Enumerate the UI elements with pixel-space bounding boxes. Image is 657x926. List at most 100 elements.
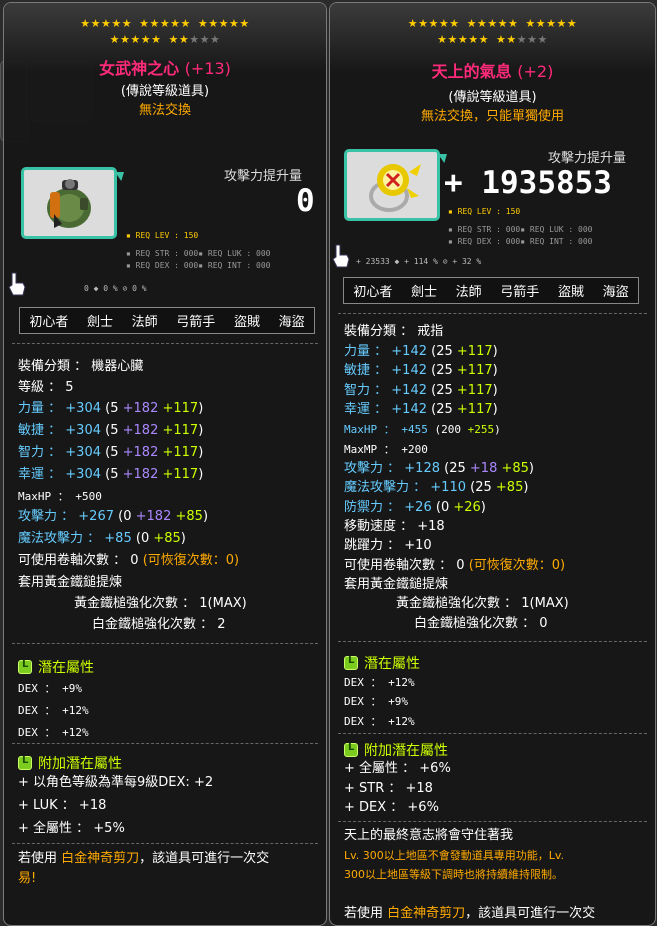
hammer-applied: 套用黃金鐵鎚提煉 (18, 575, 123, 590)
class-beginner: 初心者 (29, 315, 69, 330)
potential-title: 潛在屬性 (18, 657, 94, 677)
scissor-notice: 若使用 白金神奇剪刀，該道具可進行一次交 (18, 851, 270, 866)
item-grade: (傳說等級道具) (448, 90, 537, 105)
class-thief: 盜賊 (233, 315, 260, 330)
class-requirement-bar: 初心者 劍士 法師 弓箭手 盜賊 海盜 (343, 277, 639, 304)
scissor-notice-tail: 易! (18, 871, 37, 886)
class-magician: 法師 (131, 315, 158, 330)
class-warrior: 劍士 (86, 315, 113, 330)
stat-attack: 攻擊力 ： +267 (0 +182 +85) (18, 509, 209, 524)
req-dex-int: ▪ REQ DEX : 000▪ REQ INT : 000 (448, 237, 593, 246)
attack-increase-label: 攻擊力提升量 (224, 169, 303, 184)
comparison-stats: 0 ◆ 0 % ⊘ 0 % (84, 284, 147, 293)
req-level: ▪ REQ LEV : 150 (126, 231, 199, 240)
stat-maxmp: MaxMP ： +200 (344, 443, 428, 456)
potential-line: DEX ： +12% (18, 704, 89, 717)
req-dex-int: ▪ REQ DEX : 000▪ REQ INT : 000 (126, 261, 271, 270)
class-bowman: 弓箭手 (176, 315, 216, 330)
item-icon-frame (21, 167, 124, 239)
divider (12, 643, 318, 645)
stat-str: 力量 ： +304 (5 +182 +117) (18, 401, 204, 416)
class-thief: 盜賊 (557, 285, 584, 300)
attack-increase-value: 0 (296, 183, 315, 219)
hammer-applied: 套用黃金鐵鎚提煉 (344, 577, 449, 592)
stat-str: 力量 ： +142 (25 +117) (344, 344, 498, 359)
additional-potential-line: + 全屬性 ： +6% (344, 761, 451, 776)
divider (12, 843, 318, 845)
ring-icon (369, 164, 421, 212)
item-level: 等級 ： 5 (18, 380, 74, 395)
class-bowman: 弓箭手 (500, 285, 540, 300)
legendary-potential-icon (344, 655, 358, 670)
stat-speed: 移動速度 ： +18 (344, 519, 445, 534)
additional-potential-title: 附加潛在屬性 (18, 753, 122, 773)
divider (338, 313, 647, 315)
stat-luk: 幸運 ： +142 (25 +117) (344, 402, 498, 417)
equip-category: 裝備分類 ： 機器心臟 (18, 359, 144, 374)
star-force-row-1: ★★★★★ ★★★★★ ★★★★★ (407, 17, 578, 30)
stat-magic-attack: 魔法攻擊力 ： +85 (0 +85) (18, 531, 186, 546)
stat-dex: 敏捷 ： +304 (5 +182 +117) (18, 423, 204, 438)
stat-int: 智力 ： +142 (25 +117) (344, 383, 498, 398)
comparison-stats: + 23533 ◆ + 114 % ⊘ + 32 % (356, 257, 482, 266)
trade-restriction: 無法交換 (138, 103, 191, 118)
divider (338, 641, 647, 643)
stat-attack: 攻擊力 ： +128 (25 +18 +85) (344, 461, 534, 476)
hand-cursor-icon (8, 272, 26, 296)
legendary-potential-icon (344, 742, 358, 757)
req-level: ▪ REQ LEV : 150 (448, 207, 521, 216)
additional-potential-line: + 全屬性 ： +5% (18, 821, 125, 836)
potential-title: 潛在屬性 (344, 653, 420, 673)
class-requirement-bar: 初心者 劍士 法師 弓箭手 盜賊 海盜 (19, 307, 315, 334)
class-warrior: 劍士 (410, 285, 437, 300)
class-pirate: 海盜 (278, 315, 305, 330)
class-pirate: 海盜 (602, 285, 629, 300)
additional-potential-line: + STR ： +18 (344, 781, 433, 796)
req-str-luk: ▪ REQ STR : 000▪ REQ LUK : 000 (448, 225, 593, 234)
star-force-row-2: ★★★★★ ★★★★★ (437, 33, 548, 46)
gold-hammer-count: 黃金鐵槌強化次數 ： 1(MAX) (396, 596, 569, 611)
scroll-slots: 可使用卷軸次數 ： 0 (可恢復次數：0) (344, 558, 566, 573)
additional-potential-line: + DEX ： +6% (344, 800, 439, 815)
item-grade: (傳說等級道具) (120, 84, 210, 99)
divider (338, 733, 647, 735)
scroll-slots: 可使用卷軸次數 ： 0 (可恢復次數：0) (18, 553, 240, 568)
item-name: 天上的氣息 (+2) (431, 62, 554, 81)
item-tooltip-left: ★★★★★ ★★★★★ ★★★★★ ★★★★★ ★★★★★ 女武神之心 (+13) (… (3, 2, 327, 926)
legendary-potential-icon (18, 659, 32, 674)
item-description-restriction: Lv. 300以上地區不會發動道具專用功能，Lv. (344, 849, 565, 862)
stat-dex: 敏捷 ： +142 (25 +117) (344, 363, 498, 378)
potential-line: DEX ： +9% (18, 682, 82, 695)
attack-increase-value: + 1935853 (444, 165, 612, 201)
stat-defense: 防禦力 ： +26 (0 +26) (344, 500, 486, 515)
equip-category: 裝備分類 ： 戒指 (344, 324, 444, 339)
potential-line: DEX ： +12% (18, 726, 89, 739)
stat-maxhp: MaxHP ： +455 (200 +255) (344, 423, 501, 436)
stat-jump: 跳躍力 ： +10 (344, 538, 432, 553)
item-icon-frame (344, 149, 447, 221)
additional-potential-title: 附加潛在屬性 (344, 740, 448, 760)
additional-potential-line: + LUK ： +18 (18, 798, 107, 813)
attack-increase-label: 攻擊力提升量 (548, 151, 627, 166)
stat-magic-attack: 魔法攻擊力 ： +110 (25 +85) (344, 480, 529, 495)
divider (12, 343, 318, 345)
stat-luk: 幸運 ： +304 (5 +182 +117) (18, 467, 204, 482)
potential-line: DEX ： +12% (344, 676, 415, 689)
class-beginner: 初心者 (353, 285, 393, 300)
scissor-notice: 若使用 白金神奇剪刀，該道具可進行一次交 (344, 906, 596, 921)
item-name: 女武神之心 (+13) (99, 59, 231, 78)
stat-maxhp: MaxHP ： +500 (18, 490, 102, 503)
star-force-row-1: ★★★★★ ★★★★★ ★★★★★ (80, 17, 250, 30)
divider (12, 743, 318, 745)
req-str-luk: ▪ REQ STR : 000▪ REQ LUK : 000 (126, 249, 271, 258)
star-force-row-2: ★★★★★ ★★★★★ (109, 33, 221, 46)
potential-line: DEX ： +12% (344, 715, 415, 728)
class-magician: 法師 (455, 285, 482, 300)
platinum-hammer-count: 白金鐵槌強化次數 ： 2 (92, 617, 226, 632)
hand-cursor-icon (332, 244, 350, 268)
trade-restriction: 無法交換，只能單獨使用 (420, 109, 564, 124)
item-description: 天上的最終意志將會守住著我 (344, 828, 514, 843)
gold-hammer-count: 黃金鐵槌強化次數 ： 1(MAX) (74, 596, 247, 611)
mechanical-heart-icon (47, 179, 91, 228)
item-tooltip-right: ★★★★★ ★★★★★ ★★★★★ ★★★★★ ★★★★★ 天上的氣息 (+2) (傳… (329, 2, 656, 926)
